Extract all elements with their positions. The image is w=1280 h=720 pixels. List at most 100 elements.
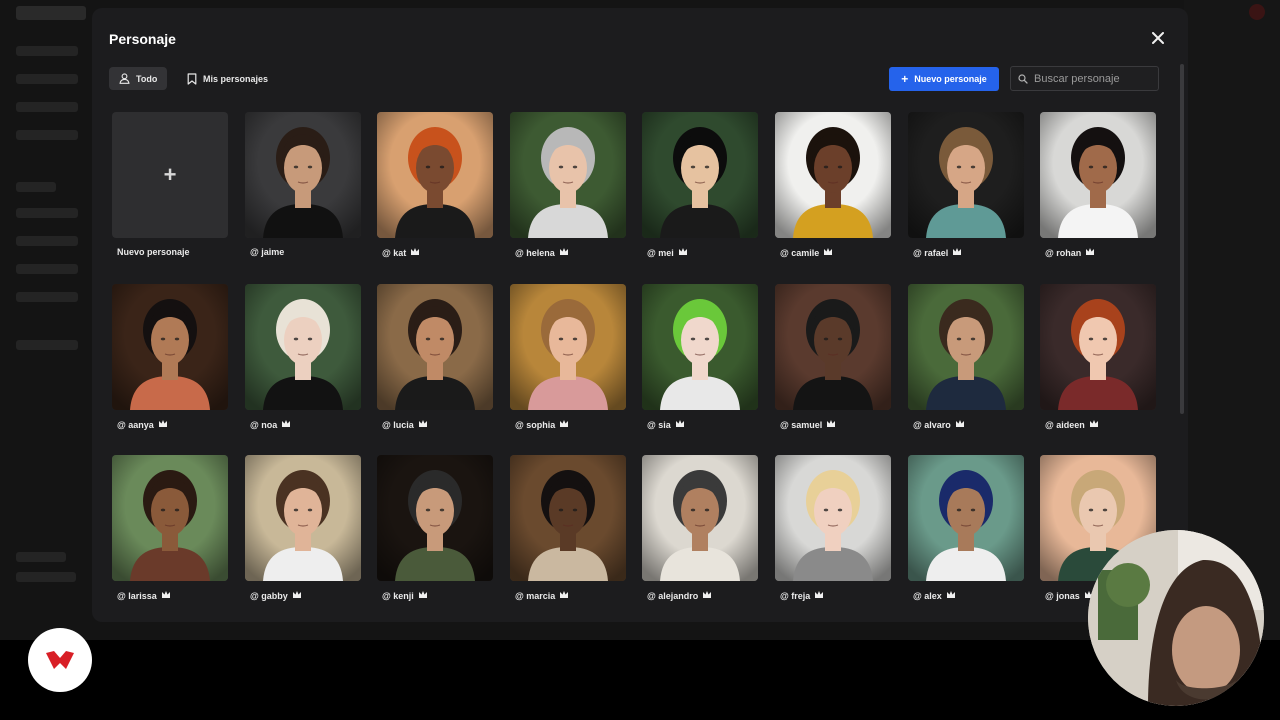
- character-label: @ alejandro: [647, 590, 712, 601]
- character-label: @ freja: [780, 590, 824, 601]
- character-card-helena[interactable]: @ helena: [510, 112, 626, 284]
- plus-icon: +: [901, 72, 909, 86]
- character-card-sophia[interactable]: @ sophia: [510, 284, 626, 456]
- close-button[interactable]: [1149, 29, 1167, 47]
- new-character-card-label: Nuevo personaje: [117, 247, 190, 257]
- crown-icon: [826, 419, 836, 430]
- character-card-rafael[interactable]: @ rafael: [908, 112, 1024, 284]
- character-handle: @ alejandro: [647, 590, 699, 601]
- crown-icon: [814, 590, 824, 601]
- character-portrait: [775, 112, 891, 238]
- character-handle: @ kat: [382, 247, 407, 258]
- background-nav-item: [16, 264, 78, 274]
- search-input[interactable]: [1034, 72, 1152, 85]
- character-handle: @ alvaro: [913, 419, 951, 430]
- character-card-larissa[interactable]: @ larissa: [112, 455, 228, 622]
- tab-mis-personajes-label: Mis personajes: [203, 73, 269, 84]
- character-card-freja[interactable]: @ freja: [775, 455, 891, 622]
- character-card-kat[interactable]: @ kat: [377, 112, 493, 284]
- character-portrait: [775, 284, 891, 410]
- character-card-alejandro[interactable]: @ alejandro: [642, 455, 758, 622]
- character-card-kenji[interactable]: @ kenji: [377, 455, 493, 622]
- search-box: [1010, 66, 1159, 91]
- character-handle: @ lucia: [382, 419, 414, 430]
- character-label: @ aanya: [117, 419, 168, 430]
- character-handle: @ rafael: [913, 247, 949, 258]
- character-label: @ sophia: [515, 419, 569, 430]
- character-card-lucia[interactable]: @ lucia: [377, 284, 493, 456]
- new-character-button[interactable]: + Nuevo personaje: [889, 67, 999, 91]
- character-card-alvaro[interactable]: @ alvaro: [908, 284, 1024, 456]
- character-label: @ rafael: [913, 247, 962, 258]
- character-card-gabby[interactable]: @ gabby: [245, 455, 361, 622]
- crown-icon: [946, 590, 956, 601]
- character-label: @ mei: [647, 247, 688, 258]
- character-card-aideen[interactable]: @ aideen: [1040, 284, 1156, 456]
- character-card-aanya[interactable]: @ aanya: [112, 284, 228, 456]
- character-label: @ alex: [913, 590, 956, 601]
- character-card-jaime[interactable]: @ jaime: [245, 112, 361, 284]
- character-portrait: [510, 112, 626, 238]
- crown-icon: [675, 419, 685, 430]
- character-card-samuel[interactable]: @ samuel: [775, 284, 891, 456]
- character-card-alex[interactable]: @ alex: [908, 455, 1024, 622]
- character-portrait: [1040, 284, 1156, 410]
- crown-icon: [1085, 247, 1095, 258]
- background-record-dot: [1249, 4, 1265, 20]
- character-card-marcia[interactable]: @ marcia: [510, 455, 626, 622]
- tab-todo-label: Todo: [136, 73, 158, 84]
- character-label: @ aideen: [1045, 419, 1099, 430]
- character-handle: @ camile: [780, 247, 820, 258]
- background-nav-item: [16, 102, 78, 112]
- character-card-sia[interactable]: @ sia: [642, 284, 758, 456]
- crown-icon: [418, 590, 428, 601]
- character-portrait: [642, 284, 758, 410]
- character-handle: @ aideen: [1045, 419, 1085, 430]
- character-handle: @ larissa: [117, 590, 157, 601]
- character-card-mei[interactable]: @ mei: [642, 112, 758, 284]
- character-handle: @ marcia: [515, 590, 556, 601]
- new-character-thumb: +: [112, 112, 228, 238]
- character-label: @ lucia: [382, 419, 428, 430]
- crown-icon: [418, 419, 428, 430]
- crown-icon: [281, 419, 291, 430]
- modal-title: Personaje: [109, 31, 176, 47]
- scrollbar[interactable]: [1180, 64, 1184, 414]
- character-handle: @ helena: [515, 247, 555, 258]
- character-portrait: [510, 455, 626, 581]
- background-logo: [16, 6, 86, 20]
- new-character-card[interactable]: + Nuevo personaje: [112, 112, 228, 284]
- plus-icon: +: [163, 162, 177, 187]
- character-portrait: [908, 284, 1024, 410]
- character-portrait: [377, 455, 493, 581]
- character-card-noa[interactable]: @ noa: [245, 284, 361, 456]
- crown-icon: [161, 590, 171, 601]
- character-card-rohan[interactable]: @ rohan: [1040, 112, 1156, 284]
- character-picker-modal: Personaje Todo Mis personajes + Nuevo pe…: [92, 8, 1188, 622]
- character-label: @ larissa: [117, 590, 171, 601]
- character-label: @ helena: [515, 247, 569, 258]
- crown-icon: [1089, 419, 1099, 430]
- character-handle: @ freja: [780, 590, 811, 601]
- brand-mark-icon: [46, 651, 74, 669]
- character-grid: + Nuevo personaje @ jaime @ kat @ helena @ …: [112, 112, 1156, 612]
- tab-mis-personajes[interactable]: Mis personajes: [177, 67, 278, 90]
- character-handle: @ samuel: [780, 419, 823, 430]
- bookmark-icon: [187, 72, 197, 85]
- crown-icon: [559, 247, 569, 258]
- background-nav-item: [16, 74, 78, 84]
- background-nav-item: [16, 182, 56, 192]
- crown-icon: [702, 590, 712, 601]
- tab-todo[interactable]: Todo: [109, 67, 168, 90]
- character-label: @ kenji: [382, 590, 428, 601]
- character-label: @ kat: [382, 247, 420, 258]
- character-handle: @ sia: [647, 419, 671, 430]
- character-label: @ jonas: [1045, 590, 1094, 601]
- character-handle: @ jonas: [1045, 590, 1080, 601]
- crown-icon: [559, 419, 569, 430]
- crown-icon: [678, 247, 688, 258]
- character-card-camile[interactable]: @ camile: [775, 112, 891, 284]
- character-handle: @ noa: [250, 419, 278, 430]
- character-portrait: [642, 112, 758, 238]
- character-handle: @ aanya: [117, 419, 154, 430]
